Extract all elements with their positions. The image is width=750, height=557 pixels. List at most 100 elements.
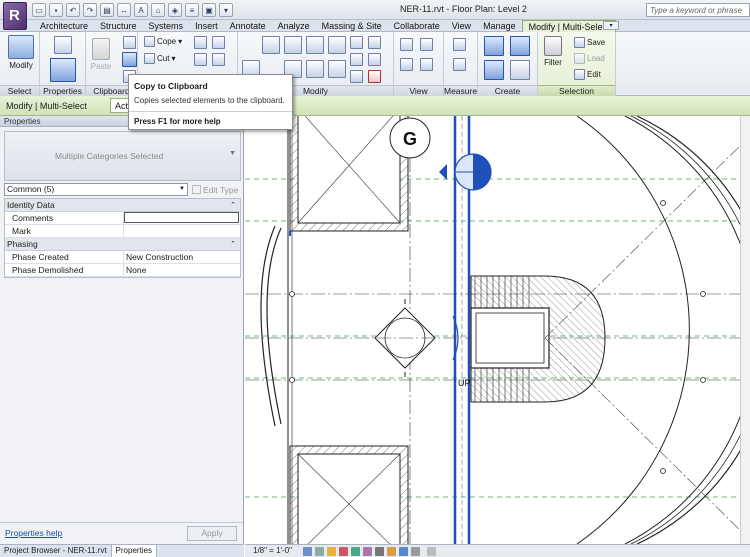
tab-project-browser[interactable]: Project Browser - NER-11.rvt bbox=[0, 545, 112, 557]
tab-manage[interactable]: Manage bbox=[477, 20, 522, 32]
unpin-icon[interactable] bbox=[368, 53, 381, 66]
create-group-icon[interactable] bbox=[484, 60, 504, 80]
pin-icon[interactable] bbox=[368, 36, 381, 49]
split-face-icon[interactable] bbox=[194, 53, 207, 66]
temporary-hide-icon[interactable] bbox=[375, 547, 384, 556]
align-icon[interactable] bbox=[262, 36, 280, 54]
create-parts-icon[interactable] bbox=[510, 36, 530, 56]
phase-created-field[interactable]: New Construction bbox=[124, 251, 240, 263]
save-icon[interactable]: ▪ bbox=[49, 3, 63, 17]
group-phasing[interactable]: Phasing ⌃ bbox=[5, 238, 240, 251]
copy-to-clipboard-icon[interactable] bbox=[122, 52, 137, 67]
tab-architecture[interactable]: Architecture bbox=[34, 20, 94, 32]
show-crop-icon[interactable] bbox=[363, 547, 372, 556]
edit-selection-button[interactable]: Edit bbox=[574, 69, 601, 80]
visual-style-icon[interactable] bbox=[315, 547, 324, 556]
apply-button[interactable]: Apply bbox=[187, 526, 237, 541]
section-icon[interactable]: ◈ bbox=[168, 3, 182, 17]
mark-field[interactable] bbox=[124, 225, 240, 237]
undo-icon[interactable]: ↶ bbox=[66, 3, 80, 17]
trim-icon[interactable] bbox=[350, 53, 363, 66]
cope-button[interactable]: Cope ▾ bbox=[144, 36, 182, 47]
measure-distance-icon[interactable] bbox=[453, 38, 466, 51]
tab-view[interactable]: View bbox=[446, 20, 477, 32]
panel-view-label[interactable]: View bbox=[394, 85, 443, 96]
override-graphics-icon[interactable] bbox=[420, 38, 433, 51]
offset-icon[interactable] bbox=[284, 36, 302, 54]
visibility-icon[interactable] bbox=[420, 58, 433, 71]
measure-icon[interactable]: ↔ bbox=[117, 3, 131, 17]
tab-collaborate[interactable]: Collaborate bbox=[388, 20, 446, 32]
create-assembly-icon[interactable] bbox=[484, 36, 504, 56]
linework-icon[interactable] bbox=[400, 58, 413, 71]
paint-icon[interactable] bbox=[212, 53, 225, 66]
group-identity-data[interactable]: Identity Data ⌃ bbox=[5, 199, 240, 212]
application-menu-button[interactable]: R bbox=[3, 2, 27, 30]
load-selection-button[interactable]: Load bbox=[574, 53, 605, 64]
rotate-icon[interactable] bbox=[306, 60, 324, 78]
floor-plan-drawing[interactable]: G UP bbox=[245, 116, 750, 544]
panel-measure-label[interactable]: Measure bbox=[444, 85, 477, 96]
tab-massing-site[interactable]: Massing & Site bbox=[316, 20, 388, 32]
shadows-icon[interactable] bbox=[339, 547, 348, 556]
tab-properties[interactable]: Properties bbox=[111, 545, 158, 557]
properties-icon[interactable] bbox=[50, 58, 76, 82]
save-selection-button[interactable]: Save bbox=[574, 37, 605, 48]
delete-icon[interactable] bbox=[368, 70, 381, 83]
create-similar-icon[interactable] bbox=[510, 60, 530, 80]
3d-icon[interactable]: ⌂ bbox=[151, 3, 165, 17]
left-curved-wall[interactable] bbox=[260, 225, 282, 427]
detail-level-icon[interactable] bbox=[303, 547, 312, 556]
hide-in-view-icon[interactable] bbox=[400, 38, 413, 51]
panel-create-label[interactable]: Create bbox=[478, 85, 537, 96]
mirror-axis-icon[interactable] bbox=[306, 36, 324, 54]
paste-button[interactable]: Paste bbox=[90, 38, 112, 71]
crop-view-icon[interactable] bbox=[351, 547, 360, 556]
tab-systems[interactable]: Systems bbox=[143, 20, 190, 32]
edit-type-button[interactable]: Edit Type bbox=[192, 183, 238, 196]
sun-path-icon[interactable] bbox=[327, 547, 336, 556]
thin-lines-icon[interactable]: ≡ bbox=[185, 3, 199, 17]
scale-icon[interactable] bbox=[350, 70, 363, 83]
vertical-scrollbar[interactable] bbox=[740, 116, 750, 544]
drawing-area[interactable]: G UP bbox=[245, 116, 750, 544]
search-input[interactable]: Type a keyword or phrase bbox=[646, 3, 750, 17]
mirror-draw-icon[interactable] bbox=[328, 36, 346, 54]
filter-button[interactable]: Filter bbox=[540, 36, 566, 67]
redo-icon[interactable]: ↷ bbox=[83, 3, 97, 17]
tab-annotate[interactable]: Annotate bbox=[224, 20, 272, 32]
view-scale[interactable]: 1/8" = 1'-0" bbox=[253, 546, 292, 555]
collapse-icon[interactable]: ⌃ bbox=[230, 238, 236, 251]
cut-icon[interactable] bbox=[123, 36, 136, 49]
highlight-displacement-icon[interactable] bbox=[411, 547, 420, 556]
split-icon[interactable] bbox=[350, 36, 363, 49]
modify-button[interactable]: Modify bbox=[6, 35, 36, 70]
properties-help-link[interactable]: Properties help bbox=[5, 528, 62, 538]
open-icon[interactable]: ▭ bbox=[32, 3, 46, 17]
tab-structure[interactable]: Structure bbox=[94, 20, 143, 32]
print-icon[interactable]: ▤ bbox=[100, 3, 114, 17]
array-icon[interactable] bbox=[328, 60, 346, 78]
cut-geometry-button[interactable]: Cut ▾ bbox=[144, 53, 175, 64]
text-icon[interactable]: A bbox=[134, 3, 148, 17]
tab-analyze[interactable]: Analyze bbox=[272, 20, 316, 32]
reveal-hidden-icon[interactable] bbox=[387, 547, 396, 556]
collapse-icon[interactable]: ⌃ bbox=[230, 199, 236, 212]
scroll-left-icon[interactable] bbox=[427, 547, 436, 556]
switch-windows-icon[interactable]: ▾ bbox=[219, 3, 233, 17]
comments-field[interactable] bbox=[124, 212, 239, 223]
panel-selection-label[interactable]: Selection bbox=[538, 85, 615, 96]
analysis-icon[interactable] bbox=[399, 547, 408, 556]
panel-select-label[interactable]: Select bbox=[0, 85, 39, 96]
tab-insert[interactable]: Insert bbox=[189, 20, 224, 32]
wall-joins-icon[interactable] bbox=[212, 36, 225, 49]
section-marker[interactable] bbox=[439, 153, 492, 191]
grid-bubble-g[interactable]: G bbox=[389, 117, 431, 159]
ribbon-options-button[interactable]: ▾ bbox=[603, 21, 619, 30]
phase-demolished-field[interactable]: None bbox=[124, 264, 240, 276]
bottom-room[interactable] bbox=[289, 445, 409, 544]
category-filter-dropdown[interactable]: Common (5) ▼ bbox=[4, 183, 188, 196]
join-icon[interactable] bbox=[194, 36, 207, 49]
stair[interactable]: UP bbox=[452, 275, 606, 403]
type-selector[interactable]: Multiple Categories Selected ▼ bbox=[4, 131, 241, 181]
